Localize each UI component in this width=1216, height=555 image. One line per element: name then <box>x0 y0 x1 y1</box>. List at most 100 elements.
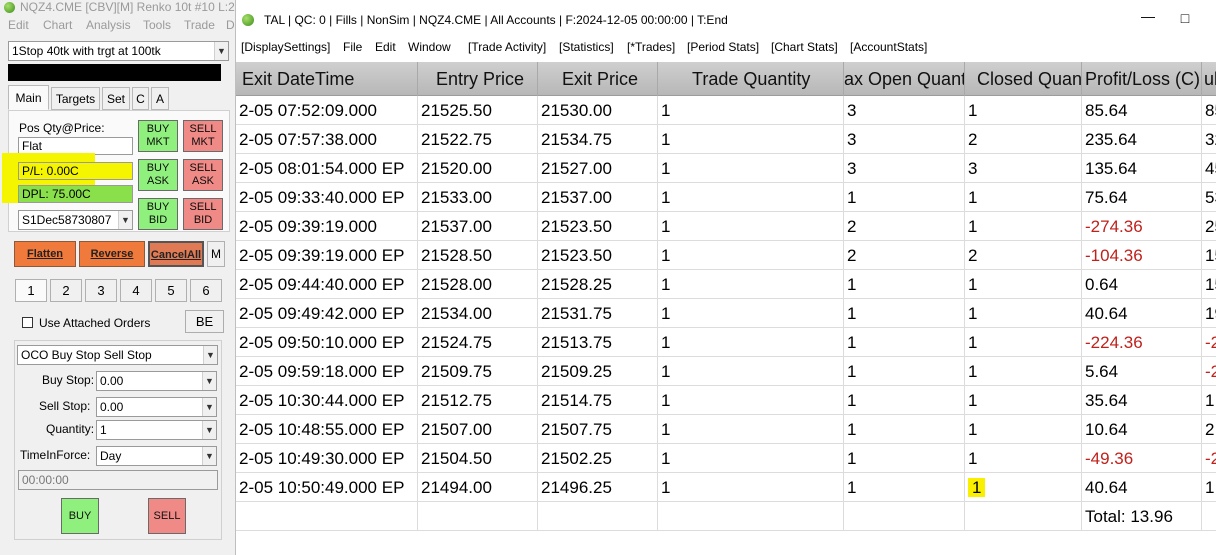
table-row[interactable]: 2-05 09:49:42.000 EP 21534.00 21531.75 1 1 1 4… <box>236 299 1216 328</box>
column-header-closed-quantity[interactable]: Closed Quan <box>965 62 1082 96</box>
menu-statistics[interactable]: [Statistics] <box>559 40 614 54</box>
table-row[interactable]: 2-05 09:50:10.000 EP 21524.75 21513.75 1 1 1-… <box>236 328 1216 357</box>
sell-button[interactable]: SELL <box>148 498 186 534</box>
table-row[interactable]: 2-05 09:39:19.000 EP 21528.50 21523.50 1 2 2-… <box>236 241 1216 270</box>
cell-exit-datetime: 2-05 09:33:40.000 EP <box>236 183 418 212</box>
breakeven-button[interactable]: BE <box>185 310 224 333</box>
empty-cell <box>658 502 844 531</box>
cell-entry-price: 21509.75 <box>418 357 538 386</box>
table-row[interactable]: 2-05 08:01:54.000 EP 21520.00 21527.00 1 3 3 1… <box>236 154 1216 183</box>
column-header-cumulative[interactable]: ula <box>1202 62 1216 96</box>
cell-cumulative: 15 <box>1202 241 1216 270</box>
quantity-tab-2[interactable]: 2 <box>50 279 82 302</box>
buy-bid-button[interactable]: BUY BID <box>138 198 178 230</box>
table-row[interactable]: 2-05 07:57:38.000 21522.75 21534.75 1 3 2 235.… <box>236 125 1216 154</box>
quantity-tab-3[interactable]: 3 <box>85 279 117 302</box>
column-header-profit-loss[interactable]: Profit/Loss (C) <box>1082 62 1202 96</box>
quantity-input[interactable]: 1 ▼ <box>96 420 217 440</box>
reverse-button[interactable]: Reverse <box>79 241 145 267</box>
cell-max-open-quantity: 2 <box>844 241 965 270</box>
minimize-icon[interactable]: — <box>1138 8 1158 24</box>
buy-ask-button[interactable]: BUY ASK <box>138 159 178 191</box>
time-in-force-select[interactable]: Day ▼ <box>96 446 217 466</box>
menu-period-stats[interactable]: [Period Stats] <box>687 40 759 54</box>
cell-closed-quantity: 1 <box>965 212 1082 241</box>
strategy-select[interactable]: 1Stop 40tk with trgt at 100tk ▼ <box>8 41 229 61</box>
time-input[interactable]: 00:00:00 <box>18 470 218 490</box>
time-in-force-label: TimeInForce: <box>20 448 91 462</box>
cell-exit-price: 21496.25 <box>538 473 658 502</box>
screen: NQZ4.CME [CBV][M] Renko 10t #10 L:2 LE-M… <box>0 0 1216 555</box>
menu-file[interactable]: File <box>343 40 362 54</box>
order-type-select[interactable]: OCO Buy Stop Sell Stop ▼ <box>17 345 218 365</box>
table-row[interactable]: 2-05 09:39:19.000 21537.00 21523.50 1 2 1 -274… <box>236 212 1216 241</box>
buy-market-button[interactable]: BUY MKT <box>138 120 178 152</box>
table-row[interactable]: 2-05 09:33:40.000 EP 21533.00 21537.00 1 1 1 7… <box>236 183 1216 212</box>
table-row[interactable]: 2-05 10:48:55.000 EP 21507.00 21507.75 1 1 1 1… <box>236 415 1216 444</box>
menu-analysis[interactable]: Analysis <box>86 18 131 32</box>
sell-stop-input[interactable]: 0.00 ▼ <box>96 397 217 417</box>
chart-title-text: NQZ4.CME [CBV][M] Renko 10t #10 L:2 LE-M… <box>20 0 236 14</box>
column-header-entry-price[interactable]: Entry Price <box>418 62 538 96</box>
cell-entry-price: 21512.75 <box>418 386 538 415</box>
table-row[interactable]: 2-05 09:59:18.000 EP 21509.75 21509.25 1 1 1 5… <box>236 357 1216 386</box>
menu-edit[interactable]: Edit <box>375 40 396 54</box>
maximize-icon[interactable]: □ <box>1175 10 1195 26</box>
cell-cumulative: 32 <box>1202 125 1216 154</box>
menu-edit[interactable]: Edit <box>8 18 29 32</box>
menu-chart-stats[interactable]: [Chart Stats] <box>771 40 838 54</box>
window-menu-bar: [DisplaySettings] File Edit Window [Trad… <box>236 38 1216 58</box>
tab-a[interactable]: A <box>151 87 169 110</box>
menu-window[interactable]: Window <box>408 40 451 54</box>
tab-main[interactable]: Main <box>8 85 49 110</box>
quantity-tab-4[interactable]: 4 <box>120 279 152 302</box>
cell-exit-datetime: 2-05 09:59:18.000 EP <box>236 357 418 386</box>
menu-account-stats[interactable]: [AccountStats] <box>850 40 927 54</box>
buy-button[interactable]: BUY <box>61 498 99 534</box>
m-button[interactable]: M <box>207 241 225 267</box>
column-header-exit-datetime[interactable]: Exit DateTime <box>236 62 418 96</box>
menu-trade-activity[interactable]: [Trade Activity] <box>468 40 546 54</box>
sell-ask-button[interactable]: SELL ASK <box>183 159 223 191</box>
cell-entry-price: 21528.00 <box>418 270 538 299</box>
cell-exit-price: 21514.75 <box>538 386 658 415</box>
menu-d[interactable]: D <box>226 18 235 32</box>
table-row[interactable]: 2-05 10:50:49.000 EP 21494.00 21496.25 1 1 1 4… <box>236 473 1216 502</box>
column-header-trade-quantity[interactable]: Trade Quantity <box>658 62 844 96</box>
cell-exit-price: 21534.75 <box>538 125 658 154</box>
quantity-tab-5[interactable]: 5 <box>155 279 187 302</box>
column-header-max-open-quantity[interactable]: ax Open Quantit <box>844 62 965 96</box>
chevron-down-icon: ▼ <box>118 211 132 229</box>
sell-bid-button[interactable]: SELL BID <box>183 198 223 230</box>
menu-trades[interactable]: [*Trades] <box>627 40 675 54</box>
account-select[interactable]: S1Dec58730807 ▼ <box>18 210 133 230</box>
tab-targets[interactable]: Targets <box>51 87 100 110</box>
cancel-all-button[interactable]: CancelAll <box>148 241 204 267</box>
cell-exit-price: 21537.00 <box>538 183 658 212</box>
column-header-exit-price[interactable]: Exit Price <box>538 62 658 96</box>
tab-set[interactable]: Set <box>102 87 130 110</box>
sell-stop-label: Sell Stop: <box>39 399 91 413</box>
cell-closed-quantity: 1 <box>965 299 1082 328</box>
table-row[interactable]: 2-05 07:52:09.000 21525.50 21530.00 1 3 1 85.6… <box>236 96 1216 125</box>
menu-tools[interactable]: Tools <box>143 18 171 32</box>
cell-max-open-quantity: 1 <box>844 357 965 386</box>
tab-c[interactable]: C <box>132 87 149 110</box>
quantity-tab-6[interactable]: 6 <box>190 279 222 302</box>
flatten-button[interactable]: Flatten <box>14 241 76 267</box>
empty-cell <box>844 502 965 531</box>
table-row[interactable]: 2-05 10:49:30.000 EP 21504.50 21502.25 1 1 1-… <box>236 444 1216 473</box>
use-attached-orders-checkbox[interactable] <box>22 317 33 328</box>
cell-entry-price: 21504.50 <box>418 444 538 473</box>
sell-market-button[interactable]: SELL MKT <box>183 120 223 152</box>
buy-stop-input[interactable]: 0.00 ▼ <box>96 371 217 391</box>
cell-max-open-quantity: 3 <box>844 154 965 183</box>
empty-cell <box>538 502 658 531</box>
table-row[interactable]: 2-05 10:30:44.000 EP 21512.75 21514.75 1 1 1 3… <box>236 386 1216 415</box>
quantity-tab-1[interactable]: 1 <box>15 279 47 302</box>
cell-trade-quantity: 1 <box>658 386 844 415</box>
menu-display-settings[interactable]: [DisplaySettings] <box>241 40 330 54</box>
menu-trade[interactable]: Trade <box>184 18 215 32</box>
table-row[interactable]: 2-05 09:44:40.000 EP 21528.00 21528.25 1 1 1 0… <box>236 270 1216 299</box>
menu-chart[interactable]: Chart <box>43 18 72 32</box>
